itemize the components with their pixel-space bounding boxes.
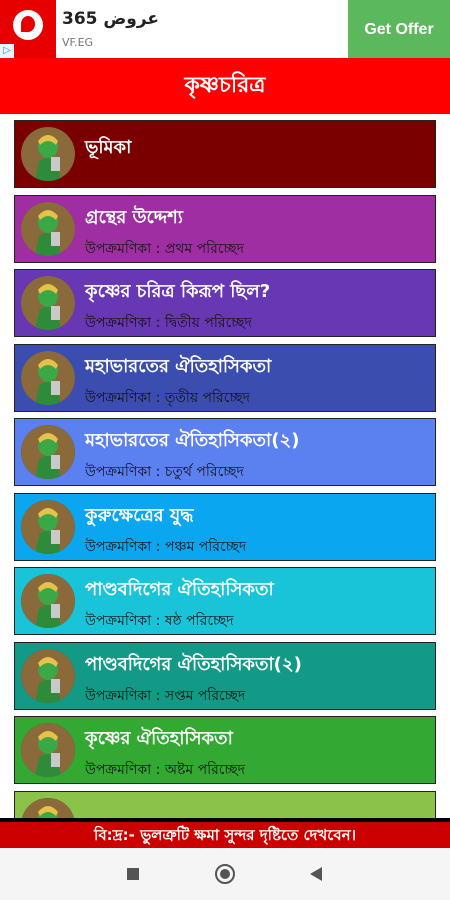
krishna-avatar-icon — [21, 648, 75, 703]
app-bar: কৃষ্ণচরিত্র — [0, 58, 450, 114]
list-item[interactable]: কৃষ্ণের চরিত্র কিরূপ ছিল? উপক্রমণিকা : দ… — [14, 269, 436, 337]
item-subtitle: উপক্রমণিকা : দ্বিতীয় পরিচ্ছেদ — [85, 315, 252, 331]
get-offer-button[interactable]: Get Offer — [348, 0, 450, 58]
krishna-avatar-icon — [21, 276, 75, 330]
list-item[interactable]: পাণ্ডবদিগের ঐতিহাসিকতা(২) উপক্রমণিকা : স… — [14, 641, 436, 710]
list-item[interactable]: ভূমিকা — [14, 120, 436, 188]
krishna-avatar-icon — [21, 350, 75, 405]
page-title: কৃষ্ণচরিত্র — [184, 73, 266, 98]
ad-banner[interactable]: ▷ 365 عروض VF.EG Get Offer — [0, 0, 450, 58]
item-title: গ্রন্থের উদ্দেশ্য — [85, 206, 183, 228]
item-title: মহাভারতের ঐতিহাসিকতা — [85, 355, 272, 377]
item-title: পাণ্ডবদিগের ঐতিহাসিকতা(২) — [85, 653, 302, 675]
list-item[interactable]: পাণ্ডবদিগের ঐতিহাসিকতা উপক্রমণিকা : ষষ্ঠ… — [14, 567, 436, 635]
item-subtitle: উপক্রমণিকা : চতুর্থ পরিচ্ছেদ — [85, 464, 244, 480]
system-nav-bar — [0, 848, 450, 900]
item-title: কুরুক্ষেত্রের যুদ্ধ — [85, 504, 194, 526]
back-icon[interactable] — [305, 862, 329, 886]
krishna-avatar-icon — [21, 127, 75, 181]
home-icon[interactable] — [213, 862, 237, 886]
item-subtitle: উপক্রমণিকা : ষষ্ঠ পরিচ্ছেদ — [85, 613, 234, 629]
item-title: পাণ্ডবদিগের ঐতিহাসিকতা — [85, 579, 274, 600]
item-subtitle: উপক্রমণিকা : সপ্তম পরিচ্ছেদ — [85, 687, 246, 704]
notice-text: বি:দ্র:- ভুলত্রুটি ক্ষমা সুন্দর দৃষ্টিতে… — [94, 826, 356, 844]
krishna-avatar-icon — [21, 574, 75, 628]
item-subtitle: উপক্রমণিকা : প্রথম পরিচ্ছেদ — [85, 240, 245, 257]
item-title: ভূমিকা — [85, 137, 132, 158]
krishna-avatar-icon — [21, 425, 75, 479]
recent-apps-icon[interactable] — [121, 862, 145, 886]
item-subtitle: উপক্রমণিকা : অষ্টম পরিচ্ছেদ — [85, 762, 246, 778]
krishna-avatar-icon — [21, 499, 75, 554]
list-item[interactable]: কুরুক্ষেত্রের যুদ্ধ উপক্রমণিকা : পঞ্চম প… — [14, 492, 436, 561]
ad-subtitle: VF.EG — [62, 36, 94, 49]
footer-notice: বি:দ্র:- ভুলত্রুটি ক্ষমা সুন্দর দৃষ্টিতে… — [0, 818, 450, 848]
list-item[interactable] — [14, 790, 436, 820]
krishna-avatar-icon — [21, 797, 75, 820]
item-subtitle: উপক্রমণিকা : পঞ্চম পরিচ্ছেদ — [85, 538, 247, 555]
krishna-avatar-icon — [21, 201, 75, 256]
krishna-avatar-icon — [21, 723, 75, 777]
ad-title: 365 عروض — [62, 9, 160, 29]
list-item[interactable]: মহাভারতের ঐতিহাসিকতা উপক্রমণিকা : তৃতীয়… — [14, 343, 436, 412]
item-title: কৃষ্ণের ঐতিহাসিকতা — [85, 728, 233, 749]
item-subtitle: উপক্রমণিকা : তৃতীয় পরিচ্ছেদ — [85, 389, 250, 406]
item-title: মহাভারতের ঐতিহাসিকতা(২) — [85, 430, 300, 451]
adchoices-icon[interactable]: ▷ — [0, 44, 14, 58]
list-item[interactable]: মহাভারতের ঐতিহাসিকতা(২) উপক্রমণিকা : চতু… — [14, 418, 436, 486]
list-item[interactable]: কৃষ্ণের ঐতিহাসিকতা উপক্রমণিকা : অষ্টম পর… — [14, 716, 436, 784]
chapter-list[interactable]: ভূমিকা গ্রন্থের উদ্দেশ্য উপক্রমণিকা : প্… — [0, 114, 450, 820]
item-title: কৃষ্ণের চরিত্র কিরূপ ছিল? — [85, 281, 271, 302]
list-item[interactable]: গ্রন্থের উদ্দেশ্য উপক্রমণিকা : প্রথম পরি… — [14, 194, 436, 263]
